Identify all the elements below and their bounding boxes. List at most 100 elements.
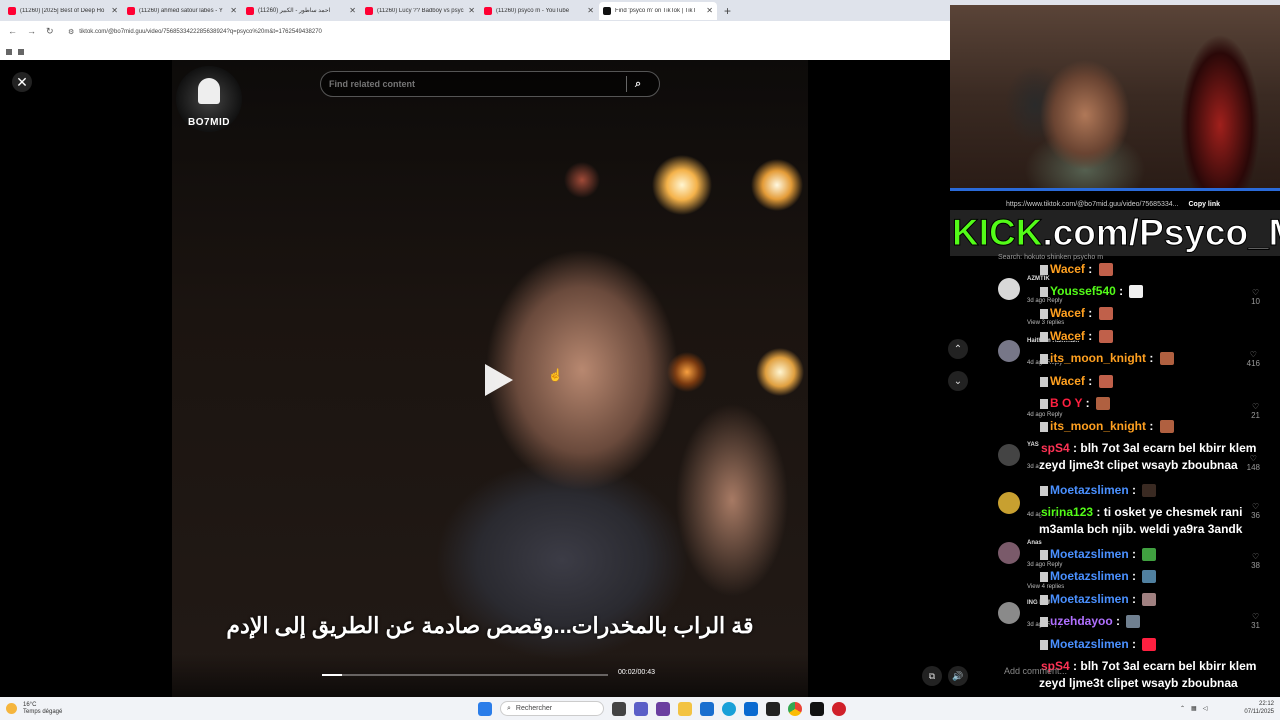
tab-close-icon[interactable]: ✕ xyxy=(230,6,237,15)
new-tab-button[interactable]: + xyxy=(718,4,737,18)
reload-icon[interactable]: ↻ xyxy=(46,26,54,37)
tab-close-icon[interactable]: ✕ xyxy=(587,6,594,15)
comment-like[interactable]: ♡ 21 xyxy=(1251,402,1260,420)
related-search[interactable]: ⌕ xyxy=(320,71,660,97)
related-search-input[interactable] xyxy=(329,79,626,89)
heart-icon[interactable]: ♡ xyxy=(1251,502,1260,511)
comment-like[interactable]: ♡ 31 xyxy=(1251,612,1260,630)
network-icon[interactable]: ▦ xyxy=(1191,705,1197,712)
chat-emote-icon xyxy=(1142,484,1157,498)
chat-username[interactable]: Moetazslimen xyxy=(1050,592,1129,606)
comment-like[interactable]: ♡ 10 xyxy=(1251,288,1260,306)
next-video-button[interactable]: ⌄ xyxy=(948,371,968,391)
edge-icon[interactable] xyxy=(722,701,736,716)
chat-username[interactable]: Wacef xyxy=(1050,374,1085,388)
comment-username[interactable]: Anas xyxy=(1027,540,1042,546)
video-player[interactable]: BO7MID ⌕ ☝ قة الراب بالمخدرات...وقصص صاد… xyxy=(172,60,808,697)
taskbar-search[interactable]: ⌕ Rechercher xyxy=(500,701,604,716)
comment-avatar[interactable] xyxy=(998,542,1020,564)
ghost-icon xyxy=(198,78,220,104)
heart-icon[interactable]: ♡ xyxy=(1251,552,1260,561)
chat-username[interactable]: its_moon_knight xyxy=(1050,419,1146,433)
progress-bar[interactable] xyxy=(322,674,608,676)
chat-username[interactable]: spS4 xyxy=(1041,441,1070,455)
chat-username[interactable]: Moetazslimen xyxy=(1050,569,1129,583)
heart-icon[interactable]: ♡ xyxy=(1251,402,1260,411)
taskbar-clock[interactable]: 22:12 07/11/2025 xyxy=(1244,700,1274,716)
weather-widget[interactable]: 16°C Temps dégagé xyxy=(6,702,62,716)
comment-avatar[interactable] xyxy=(998,392,1020,414)
browser-tab[interactable]: (11260) احمد ساطور - الكبير ✕ xyxy=(242,2,360,20)
like-count: 416 xyxy=(1246,359,1260,368)
back-icon[interactable]: ← xyxy=(8,26,17,37)
pip-button[interactable]: ⧉ xyxy=(922,666,942,686)
copy-link-button[interactable]: Copy link xyxy=(1188,201,1220,208)
site-info-icon[interactable]: ⚙ xyxy=(68,28,74,36)
outlook-icon[interactable] xyxy=(744,701,758,716)
chrome-icon[interactable] xyxy=(788,701,802,716)
speaker-icon[interactable]: ◁ xyxy=(1203,705,1208,712)
comment-avatar[interactable] xyxy=(998,444,1020,466)
url-field[interactable]: tiktok.com/@bo7mid.guu/video/75685334222… xyxy=(79,29,322,35)
chat-username[interactable]: Wacef xyxy=(1050,262,1085,276)
close-button[interactable]: ✕ xyxy=(12,72,32,92)
chat-username[interactable]: uzehdayoo xyxy=(1050,614,1113,628)
chat-emote-icon xyxy=(1098,307,1113,321)
comment-avatar[interactable] xyxy=(998,278,1020,300)
apps-icon[interactable] xyxy=(6,49,12,55)
browser-tab[interactable]: (11260) [2025] Best of Deep Ho ✕ xyxy=(4,2,122,20)
onenote-icon[interactable] xyxy=(656,701,670,716)
browser-tab[interactable]: Find 'psyco m' on TikTok | TikT ✕ xyxy=(599,1,717,20)
comment-username[interactable]: AZMTIK xyxy=(1027,276,1050,282)
chat-username[interactable]: Wacef xyxy=(1050,306,1085,320)
heart-icon[interactable]: ♡ xyxy=(1251,288,1260,297)
chat-username[interactable]: its_moon_knight xyxy=(1050,351,1146,365)
heart-icon[interactable]: ♡ xyxy=(1251,612,1260,621)
chevron-down-icon: ⌄ xyxy=(953,375,963,387)
obs-icon[interactable] xyxy=(832,701,846,716)
chat-username[interactable]: Youssef540 xyxy=(1050,284,1116,298)
task-view-icon[interactable] xyxy=(612,701,626,716)
capcut-icon[interactable] xyxy=(810,701,824,716)
comment-like[interactable]: ♡ 38 xyxy=(1251,552,1260,570)
comment-avatar[interactable] xyxy=(998,602,1020,624)
search-query-text: Search: hokuto shinken psycho m xyxy=(998,254,1104,261)
comment-like[interactable]: ♡ 416 xyxy=(1247,350,1260,368)
chat-username[interactable]: sirina123 xyxy=(1041,505,1093,519)
chat-username[interactable]: Moetazslimen xyxy=(1050,483,1129,497)
heart-icon[interactable]: ♡ xyxy=(1247,350,1260,359)
chat-colon: : xyxy=(1128,592,1140,606)
app-icon[interactable] xyxy=(766,701,780,716)
browser-tab[interactable]: (11260) ahmed satour labes - Y ✕ xyxy=(123,2,241,20)
chat-username[interactable]: Moetazslimen xyxy=(1050,547,1129,561)
play-icon[interactable] xyxy=(477,360,517,400)
like-count: 21 xyxy=(1251,411,1260,420)
browser-tab[interactable]: (11260) psyco m - YouTube ✕ xyxy=(480,2,598,20)
windows-start-icon[interactable] xyxy=(478,701,492,716)
view-replies-link[interactable]: View 4 replies xyxy=(1027,584,1064,590)
store-icon[interactable] xyxy=(700,701,714,716)
view-replies-link[interactable]: View 3 replies xyxy=(1027,320,1064,326)
chat-username[interactable]: B O Y xyxy=(1050,396,1082,410)
volume-button[interactable]: 🔊 xyxy=(948,666,968,686)
tab-close-icon[interactable]: ✕ xyxy=(706,6,713,15)
teams-icon[interactable] xyxy=(634,701,648,716)
forward-icon[interactable]: → xyxy=(27,26,36,37)
previous-video-button[interactable]: ⌃ xyxy=(948,339,968,359)
grid-icon[interactable] xyxy=(18,49,24,55)
search-icon[interactable]: ⌕ xyxy=(635,78,659,91)
comment-avatar[interactable] xyxy=(998,492,1020,514)
comment-username[interactable]: YAS xyxy=(1027,442,1039,448)
comment-avatar[interactable] xyxy=(998,340,1020,362)
tab-close-icon[interactable]: ✕ xyxy=(111,6,118,15)
tab-close-icon[interactable]: ✕ xyxy=(349,6,356,15)
system-tray: ⌃ ▦ ◁ xyxy=(1180,705,1207,712)
chevron-up-icon[interactable]: ⌃ xyxy=(1180,705,1185,712)
add-comment-input[interactable]: Add comment... xyxy=(1004,666,1067,676)
file-explorer-icon[interactable] xyxy=(678,701,692,716)
tab-close-icon[interactable]: ✕ xyxy=(468,6,475,15)
browser-tab[interactable]: (11260) Lucy ?? Badboy vs psyc ✕ xyxy=(361,2,479,20)
chat-username[interactable]: Wacef xyxy=(1050,329,1085,343)
chat-username[interactable]: Moetazslimen xyxy=(1050,637,1129,651)
comment-like[interactable]: ♡ 36 xyxy=(1251,502,1260,520)
